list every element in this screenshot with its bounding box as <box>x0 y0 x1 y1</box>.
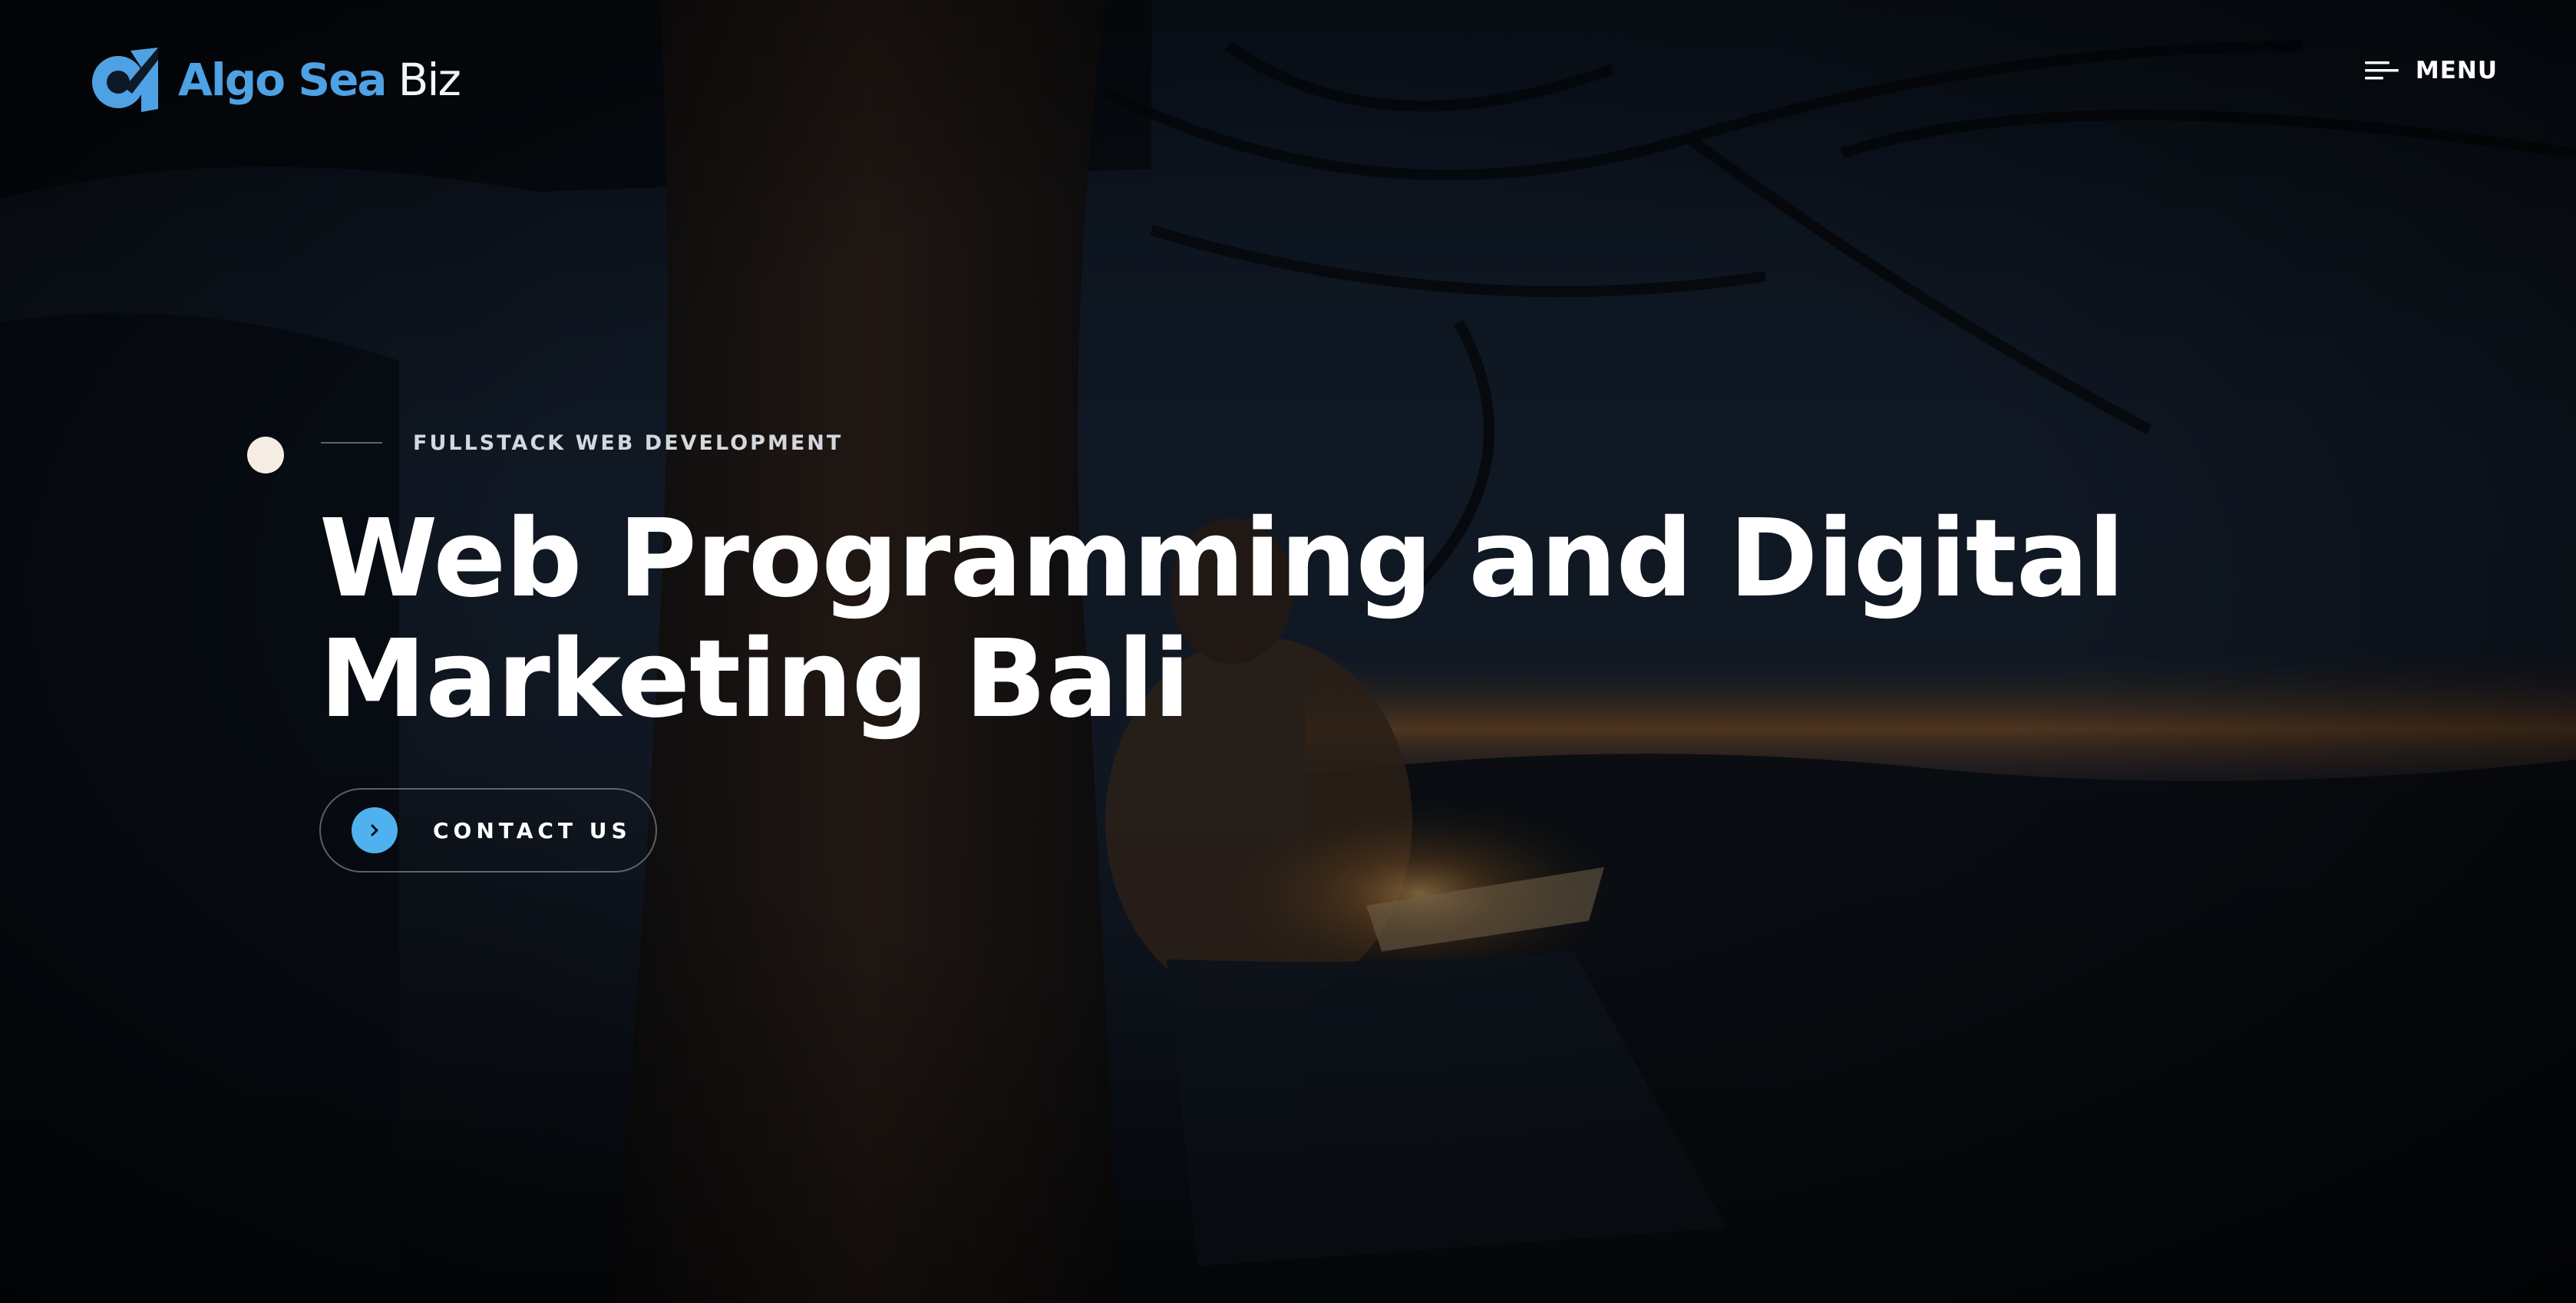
site-logo[interactable]: Algo Sea Biz <box>84 45 461 115</box>
chevron-right-icon <box>371 824 378 836</box>
hero-title: Web Programming and Digital Marketing Ba… <box>319 496 2125 742</box>
hero-section: Algo Sea Biz MENU FULLSTACK WEB DEVELOPM… <box>0 0 2576 1303</box>
logo-name-primary: Algo Sea <box>178 54 388 106</box>
eyebrow-divider-line <box>321 442 382 444</box>
cta-icon-circle <box>352 807 398 853</box>
logo-name-secondary: Biz <box>398 54 461 106</box>
menu-button[interactable]: MENU <box>2364 49 2498 92</box>
logo-mark-icon <box>92 48 158 112</box>
hero-eyebrow: FULLSTACK WEB DEVELOPMENT <box>321 427 843 458</box>
site-header: Algo Sea Biz MENU <box>0 0 2576 146</box>
logo-wordmark: Algo Sea Biz <box>178 54 461 106</box>
decorative-dot <box>247 437 284 473</box>
contact-us-button[interactable]: CONTACT US <box>319 788 657 873</box>
eyebrow-text: FULLSTACK WEB DEVELOPMENT <box>413 430 844 455</box>
menu-label: MENU <box>2415 57 2498 84</box>
hamburger-menu-icon <box>2364 61 2399 80</box>
contact-us-label: CONTACT US <box>433 817 632 843</box>
